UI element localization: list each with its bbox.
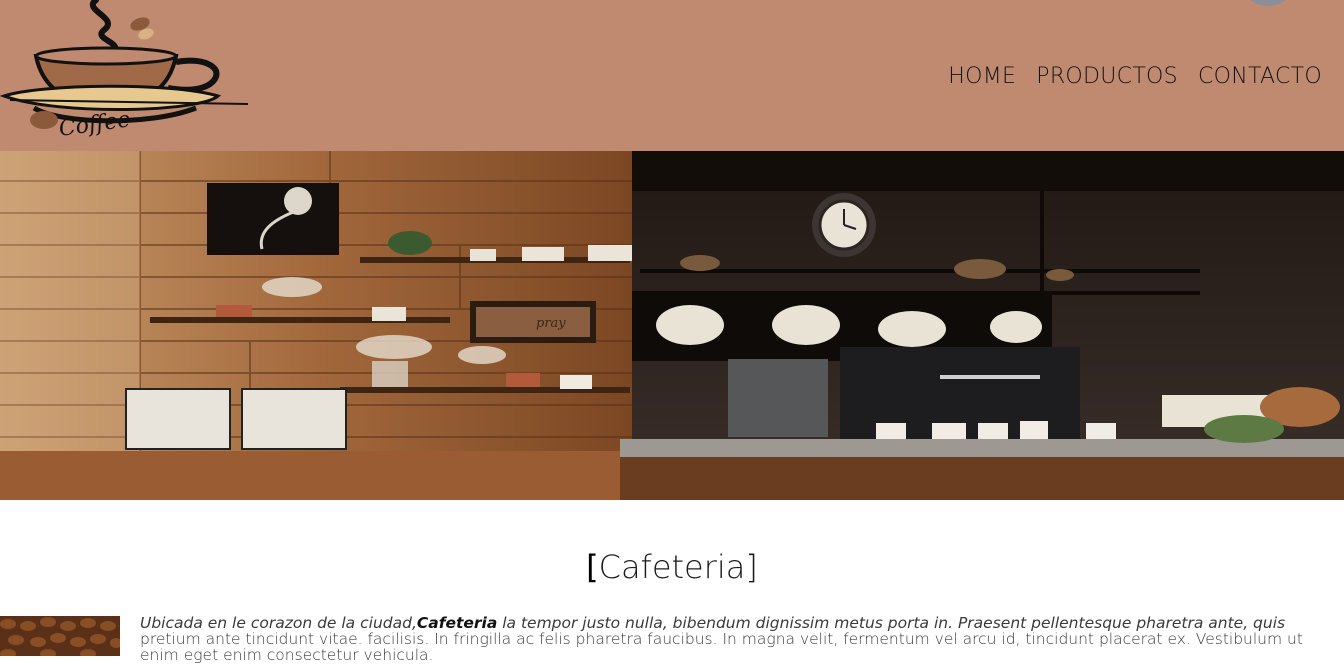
main-nav: HOME PRODUCTOS CONTACTO: [948, 64, 1322, 89]
site-header: Coffee HOME PRODUCTOS CONTACTO: [0, 0, 1344, 151]
avatar[interactable]: [1238, 0, 1298, 6]
coffee-beans-image: [0, 616, 120, 656]
hero-image: pray: [0, 151, 1344, 500]
page-title: [Cafeteria]: [586, 548, 758, 586]
coffee-logo[interactable]: Coffee: [0, 0, 252, 151]
logo-text: Coffee: [57, 107, 132, 142]
cafe-interior-photo: pray: [0, 151, 1344, 500]
body-text: pretium ante tincidunt vitae. facilisis.…: [140, 630, 1303, 664]
pray-sign-text: pray: [536, 316, 566, 331]
nav-home-link[interactable]: HOME: [948, 64, 1016, 89]
clock-icon: [812, 193, 876, 257]
nav-productos-link[interactable]: PRODUCTOS: [1036, 64, 1178, 89]
nav-contacto-link[interactable]: CONTACTO: [1198, 64, 1322, 89]
main-content: [Cafeteria] Ubicada en le corazon de la …: [0, 500, 1344, 663]
